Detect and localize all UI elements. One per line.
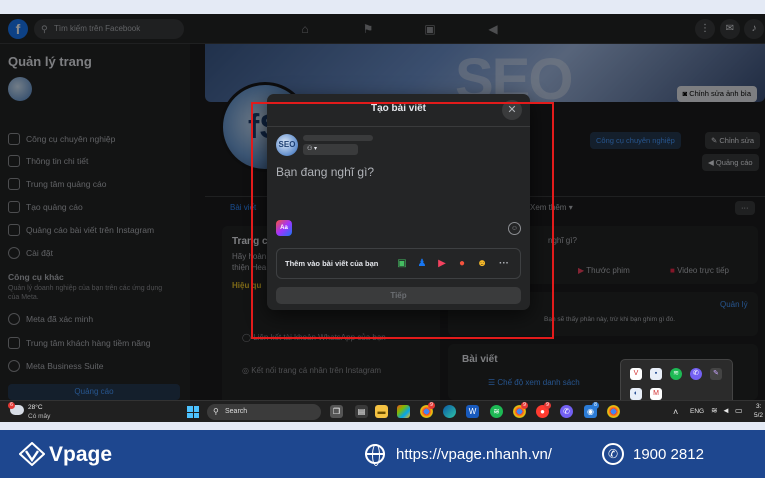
viber-icon[interactable]: ✆ [690, 368, 702, 380]
spotify-icon[interactable]: ≋ [670, 368, 682, 380]
volume-icon[interactable]: ◄ [722, 406, 730, 415]
task-view-icon[interactable]: ❐ [330, 405, 343, 418]
tray-app-icon[interactable]: ◐ [630, 388, 642, 400]
windows-taskbar: 6 28°C Có mây ⚲ Search ❐ ▤ ▬ 9 W ≋ 9 ● 9… [0, 400, 765, 422]
tray-app-icon[interactable]: V [630, 368, 642, 380]
phone-icon: ✆ [602, 443, 624, 465]
clock-date[interactable]: 5/2 [754, 412, 763, 419]
notification-badge: 9 [544, 402, 551, 409]
edge-icon[interactable] [443, 405, 456, 418]
widgets-icon[interactable]: ▤ [355, 405, 368, 418]
chrome-icon[interactable] [607, 405, 620, 418]
notification-badge: 8 [592, 402, 599, 409]
file-explorer-icon[interactable]: ▬ [375, 405, 388, 418]
windows-start-icon[interactable] [187, 406, 199, 418]
notification-badge: 9 [428, 402, 435, 409]
weather-badge: 6 [8, 402, 15, 409]
pen-icon[interactable]: ✎ [710, 368, 722, 380]
notification-badge: 9 [521, 402, 528, 409]
temperature: 28°C [28, 404, 43, 411]
system-tray-overflow: V ▪ ≋ ✆ ✎ ◐ M [620, 359, 733, 405]
brand-name: Vpage [49, 443, 113, 466]
vpage-logo-icon [19, 442, 45, 466]
spotify-icon[interactable]: ≋ [490, 405, 503, 418]
store-icon[interactable] [397, 405, 410, 418]
hotline-number[interactable]: 1900 2812 [633, 446, 704, 463]
website-url[interactable]: https://vpage.nhanh.vn/ [396, 446, 552, 463]
brand-footer: Vpage https://vpage.nhanh.vn/ ✆ 1900 281… [0, 430, 765, 478]
clock-time[interactable]: 3: [756, 403, 761, 410]
highlight-frame [251, 102, 554, 339]
weather-condition: Có mây [28, 413, 51, 420]
word-icon[interactable]: W [466, 405, 479, 418]
tray-app-icon[interactable]: ▪ [650, 368, 662, 380]
viber-icon[interactable]: ✆ [560, 405, 573, 418]
tray-app-icon[interactable]: M [650, 388, 662, 400]
taskbar-search[interactable]: ⚲ Search [207, 404, 321, 420]
battery-icon[interactable]: ▭ [735, 406, 743, 415]
taskbar-search-label: Search [225, 408, 248, 415]
search-icon: ⚲ [213, 407, 219, 416]
language-indicator[interactable]: ENG [690, 408, 704, 415]
facebook-screen: f ⚲ Tìm kiếm trên Facebook ⌂ ⚑ ▣ ◀ ⋮ ✉ ♪… [0, 14, 765, 422]
wifi-icon[interactable]: ≋ [711, 406, 718, 415]
globe-icon [365, 444, 385, 466]
chevron-up-icon[interactable]: ˄ [673, 407, 678, 417]
